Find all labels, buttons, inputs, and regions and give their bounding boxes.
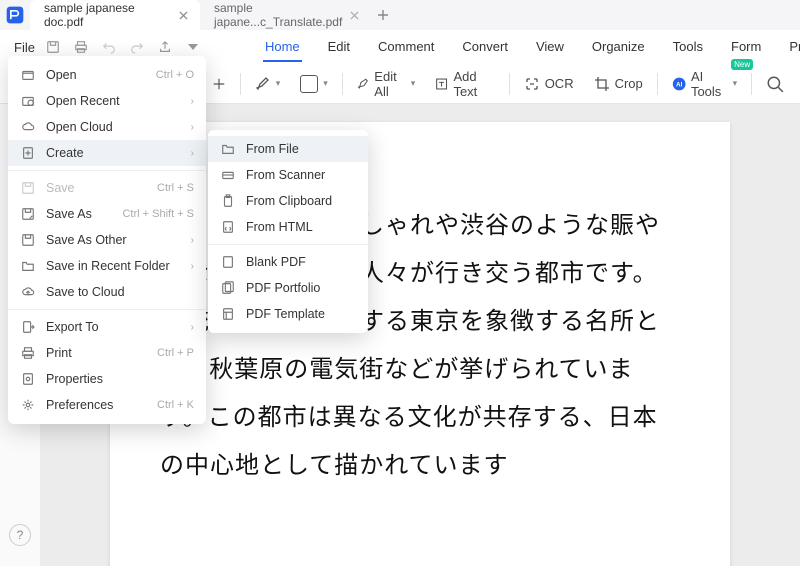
ai-tools-button[interactable]: AI AI Tools▾ New <box>666 65 744 103</box>
ribbon-tabs: Home Edit Comment Convert View Organize … <box>203 33 800 62</box>
menu-save-as[interactable]: Save AsCtrl + Shift + S <box>8 201 206 227</box>
share-icon[interactable] <box>155 37 175 57</box>
cloud-icon <box>20 119 36 135</box>
create-icon <box>20 145 36 161</box>
tab-tools[interactable]: Tools <box>671 33 705 62</box>
chevron-right-icon: › <box>191 235 194 246</box>
create-submenu: From File From Scanner From Clipboard Fr… <box>208 130 368 333</box>
menu-save: SaveCtrl + S <box>8 175 206 201</box>
menu-save-as-other[interactable]: Save As Other› <box>8 227 206 253</box>
separator <box>8 170 206 171</box>
highlight-tool[interactable]: ▾ <box>249 72 287 96</box>
divider <box>240 73 241 95</box>
open-icon <box>20 67 36 83</box>
submenu-from-clipboard[interactable]: From Clipboard <box>208 188 368 214</box>
menu-save-cloud[interactable]: Save to Cloud <box>8 279 206 305</box>
close-icon[interactable] <box>349 8 360 22</box>
save-icon <box>20 180 36 196</box>
add-tab-button[interactable] <box>370 0 396 30</box>
chevron-right-icon: › <box>191 148 194 159</box>
file-icon <box>220 141 236 157</box>
blank-icon <box>220 254 236 270</box>
menu-save-recent-folder[interactable]: Save in Recent Folder› <box>8 253 206 279</box>
quick-menu-icon[interactable] <box>183 37 203 57</box>
ocr-tool[interactable]: OCR <box>518 72 580 96</box>
save-icon[interactable] <box>43 37 63 57</box>
cloud-up-icon <box>20 284 36 300</box>
tab-home[interactable]: Home <box>263 33 302 62</box>
divider <box>657 73 658 95</box>
svg-text:AI: AI <box>676 81 683 88</box>
saveas-icon <box>20 206 36 222</box>
menu-create[interactable]: Create› <box>8 140 206 166</box>
add-text-tool[interactable]: Add Text <box>429 65 501 103</box>
print-icon <box>20 345 36 361</box>
portfolio-icon <box>220 280 236 296</box>
tab-convert[interactable]: Convert <box>460 33 510 62</box>
submenu-from-file[interactable]: From File <box>208 136 368 162</box>
edit-all-label: Edit All <box>374 69 405 99</box>
tab-edit[interactable]: Edit <box>326 33 352 62</box>
saveother-icon <box>20 232 36 248</box>
scanner-icon <box>220 167 236 183</box>
shape-tool[interactable]: ▾ <box>294 71 334 97</box>
export-icon <box>20 319 36 335</box>
tab-view[interactable]: View <box>534 33 566 62</box>
chevron-right-icon: › <box>191 122 194 133</box>
print-icon[interactable] <box>71 37 91 57</box>
undo-icon[interactable] <box>99 37 119 57</box>
ai-tools-label: AI Tools <box>691 69 728 99</box>
menu-open[interactable]: OpenCtrl + O <box>8 62 206 88</box>
folder-icon <box>20 258 36 274</box>
separator <box>208 244 368 245</box>
menu-export[interactable]: Export To› <box>8 314 206 340</box>
tab-label: sample japanese doc.pdf <box>44 1 171 29</box>
html-icon <box>220 219 236 235</box>
chevron-right-icon: › <box>191 96 194 107</box>
divider <box>509 73 510 95</box>
tab-active[interactable]: sample japanese doc.pdf <box>30 0 200 30</box>
new-badge: New <box>731 59 753 70</box>
help-button[interactable]: ? <box>9 524 31 546</box>
menu-properties[interactable]: Properties <box>8 366 206 392</box>
properties-icon <box>20 371 36 387</box>
quick-access: File <box>0 37 203 57</box>
redo-icon[interactable] <box>127 37 147 57</box>
submenu-template[interactable]: PDF Template <box>208 301 368 327</box>
tab-bar: sample japanese doc.pdf sample japane...… <box>0 0 800 30</box>
tab-inactive[interactable]: sample japane...c_Translate.pdf <box>200 0 370 30</box>
clipboard-icon <box>220 193 236 209</box>
menu-open-recent[interactable]: Open Recent› <box>8 88 206 114</box>
divider <box>342 73 343 95</box>
tab-label: sample japane...c_Translate.pdf <box>214 1 343 29</box>
file-dropdown: OpenCtrl + O Open Recent› Open Cloud› Cr… <box>8 56 206 424</box>
divider <box>751 73 752 95</box>
template-icon <box>220 306 236 322</box>
add-text-label: Add Text <box>453 69 494 99</box>
crop-label: Crop <box>615 76 643 91</box>
tab-organize[interactable]: Organize <box>590 33 647 62</box>
menu-preferences[interactable]: PreferencesCtrl + K <box>8 392 206 418</box>
submenu-from-scanner[interactable]: From Scanner <box>208 162 368 188</box>
menu-print[interactable]: PrintCtrl + P <box>8 340 206 366</box>
submenu-portfolio[interactable]: PDF Portfolio <box>208 275 368 301</box>
separator <box>8 309 206 310</box>
menu-open-cloud[interactable]: Open Cloud› <box>8 114 206 140</box>
search-button[interactable] <box>760 71 790 97</box>
edit-all-tool[interactable]: Edit All▾ <box>351 65 422 103</box>
app-logo <box>0 0 30 30</box>
file-menu-trigger[interactable]: File <box>14 40 35 55</box>
ocr-label: OCR <box>545 76 574 91</box>
crop-tool[interactable]: Crop <box>588 72 649 96</box>
tab-comment[interactable]: Comment <box>376 33 436 62</box>
recent-icon <box>20 93 36 109</box>
close-icon[interactable] <box>177 8 190 22</box>
chevron-right-icon: › <box>191 261 194 272</box>
chevron-right-icon: › <box>191 322 194 333</box>
submenu-from-html[interactable]: From HTML <box>208 214 368 240</box>
submenu-blank-pdf[interactable]: Blank PDF <box>208 249 368 275</box>
gear-icon <box>20 397 36 413</box>
tab-protect[interactable]: Protect <box>787 33 800 62</box>
tab-form[interactable]: Form <box>729 33 763 62</box>
